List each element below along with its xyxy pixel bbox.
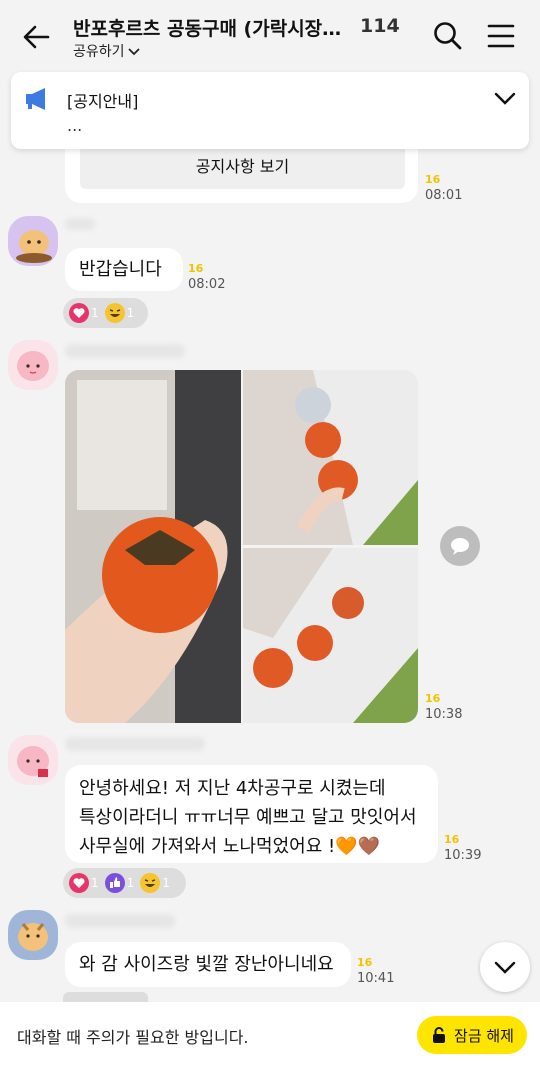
member-count: 114 bbox=[360, 15, 400, 37]
unread-count: 16 bbox=[444, 833, 460, 846]
menu-button[interactable] bbox=[486, 22, 516, 50]
message-time: 10:38 bbox=[425, 707, 463, 722]
search-button[interactable] bbox=[432, 20, 464, 52]
message-time: 10:41 bbox=[357, 971, 395, 986]
notice-title: [공지안내] bbox=[67, 92, 139, 111]
message-time: 10:39 bbox=[444, 848, 482, 863]
message-bubble[interactable]: 와 감 사이즈랑 빛깔 장난아니네요 bbox=[65, 942, 351, 987]
message-bubble[interactable]: 반갑습니다 bbox=[65, 248, 183, 291]
message-text: 반갑습니다 bbox=[79, 259, 162, 280]
scroll-to-bottom-button[interactable] bbox=[480, 942, 530, 992]
message-text: 와 감 사이즈랑 빛깔 장난아니네요 bbox=[79, 954, 334, 975]
caution-notice: 대화할 때 주의가 필요한 방입니다. bbox=[17, 1028, 249, 1047]
pinned-notice[interactable]: [공지안내] ... bbox=[11, 72, 529, 149]
back-arrow-icon bbox=[23, 25, 50, 49]
unread-count: 16 bbox=[425, 173, 441, 186]
unread-count: 16 bbox=[425, 692, 441, 705]
photo-content bbox=[65, 370, 241, 723]
avatar[interactable] bbox=[8, 910, 58, 960]
chat-bubble-icon bbox=[451, 538, 469, 555]
message-time: 08:01 bbox=[425, 188, 463, 203]
unread-count: 16 bbox=[188, 262, 204, 275]
character-avatar-icon bbox=[17, 351, 49, 381]
sender-name-blurred bbox=[65, 737, 205, 751]
sender-name-blurred bbox=[65, 344, 185, 358]
notice-body: ... bbox=[67, 116, 83, 135]
heart-icon bbox=[69, 873, 89, 893]
photo-content bbox=[243, 548, 418, 723]
reaction-laugh[interactable]: 1 bbox=[140, 873, 170, 893]
unlock-label: 잠금 해제 bbox=[454, 1026, 514, 1045]
reaction-bar[interactable]: 1 1 bbox=[63, 298, 148, 328]
bottom-bar: 대화할 때 주의가 필요한 방입니다. 잠금 해제 bbox=[0, 1002, 540, 1065]
reaction-bar[interactable]: 1 1 1 bbox=[63, 868, 186, 898]
sender-name-blurred bbox=[65, 914, 175, 928]
laugh-emoji-icon bbox=[140, 873, 161, 893]
thumbs-up-icon bbox=[104, 873, 125, 893]
message-line: 안녕하세요! 저 지난 4차공구로 시켰는데 bbox=[79, 778, 386, 799]
view-notice-button[interactable]: 공지사항 보기 bbox=[80, 145, 405, 189]
message-line: 사무실에 가져와서 노나먹었어요 !🧡🤎 bbox=[79, 836, 381, 857]
lock-icon bbox=[433, 1027, 446, 1043]
menu-icon bbox=[487, 24, 515, 48]
avatar[interactable] bbox=[8, 340, 58, 390]
character-avatar-icon bbox=[18, 923, 48, 951]
back-button[interactable] bbox=[20, 20, 54, 54]
share-label: 공유하기 bbox=[73, 44, 125, 60]
avatar[interactable] bbox=[8, 216, 58, 266]
megaphone-icon bbox=[26, 88, 45, 110]
avatar[interactable] bbox=[8, 735, 58, 785]
photo-content bbox=[243, 370, 418, 545]
unlock-button[interactable]: 잠금 해제 bbox=[417, 1016, 527, 1054]
unread-count: 16 bbox=[357, 956, 373, 969]
character-avatar-icon bbox=[17, 746, 49, 777]
chat-header: 반포후르츠 공동구매 (가락시장직... 114 공유하기 bbox=[0, 0, 540, 72]
character-avatar-icon bbox=[16, 230, 52, 263]
search-icon bbox=[434, 22, 462, 50]
message-bubble[interactable]: 안녕하세요! 저 지난 4차공구로 시켰는데 특상이라더니 ㅠㅠ너무 예쁘고 달… bbox=[65, 765, 438, 863]
reaction-count: 1 bbox=[91, 306, 99, 320]
reaction-laugh[interactable]: 1 bbox=[104, 303, 135, 323]
photo-persimmons-desk-1[interactable] bbox=[243, 370, 418, 545]
message-line: 특상이라더니 ㅠㅠ너무 예쁘고 달고 맛잇어서 bbox=[79, 807, 417, 828]
sender-name-blurred bbox=[65, 218, 95, 230]
photo-album[interactable] bbox=[65, 370, 418, 723]
heart-icon bbox=[69, 303, 89, 323]
chevron-down-icon[interactable] bbox=[493, 88, 517, 108]
photo-persimmon-hand[interactable] bbox=[65, 370, 241, 723]
reaction-count: 1 bbox=[126, 306, 135, 320]
chevron-down-icon bbox=[494, 961, 516, 974]
reaction-count: 1 bbox=[126, 876, 135, 890]
reaction-like[interactable]: 1 bbox=[104, 873, 135, 893]
chat-room-title[interactable]: 반포후르츠 공동구매 (가락시장직... bbox=[73, 14, 353, 41]
share-dropdown[interactable]: 공유하기 bbox=[73, 41, 141, 61]
share-photo-button[interactable] bbox=[440, 526, 480, 566]
reaction-heart[interactable]: 1 bbox=[69, 873, 99, 893]
reaction-count: 1 bbox=[91, 876, 99, 890]
reaction-count: 1 bbox=[162, 876, 170, 890]
message-time: 08:02 bbox=[188, 277, 226, 292]
laugh-emoji-icon bbox=[104, 303, 125, 323]
photo-persimmons-desk-2[interactable] bbox=[243, 548, 418, 723]
reaction-heart[interactable]: 1 bbox=[69, 303, 99, 323]
chevron-down-icon bbox=[127, 48, 140, 56]
